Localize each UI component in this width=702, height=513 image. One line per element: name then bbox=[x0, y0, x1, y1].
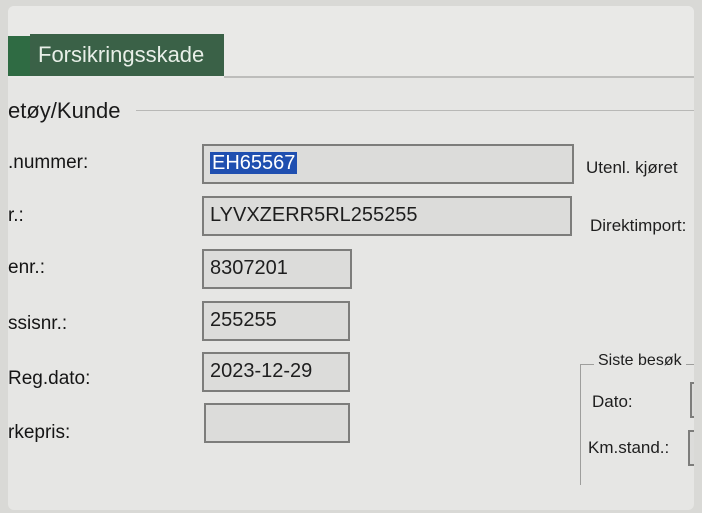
merkepris-label: rkepris: bbox=[8, 422, 71, 443]
typenr-label: enr.: bbox=[8, 257, 45, 278]
merkepris-field[interactable] bbox=[204, 403, 350, 443]
siste-besok-title: Siste besøk bbox=[594, 352, 686, 370]
dato-field[interactable] bbox=[690, 382, 694, 418]
dato-label: Dato: bbox=[592, 392, 633, 411]
typenr-field[interactable]: 8307201 bbox=[202, 249, 352, 289]
group-border bbox=[136, 110, 694, 111]
tab-bar: Forsikringsskade bbox=[8, 6, 694, 78]
direktimport-label: Direktimport: bbox=[590, 216, 687, 235]
chassisnr-label: ssisnr.: bbox=[8, 313, 68, 334]
group-title: etøy/Kunde bbox=[8, 98, 125, 124]
tab-divider bbox=[224, 76, 694, 78]
km-stand-label: Km.stand.: bbox=[588, 438, 670, 457]
regdato-field[interactable]: 2023-12-29 bbox=[202, 352, 350, 392]
vin-field[interactable]: LYVXZERR5RL255255 bbox=[202, 196, 572, 236]
regdato-label: Reg.dato: bbox=[8, 368, 91, 389]
siste-besok-group bbox=[580, 364, 694, 485]
tab-previous[interactable] bbox=[8, 36, 30, 76]
tab-forsikringsskade[interactable]: Forsikringsskade bbox=[30, 34, 224, 76]
regnr-field[interactable]: EH65567 bbox=[202, 144, 574, 184]
utenl-kjoretoy-label: Utenl. kjøret bbox=[586, 158, 678, 177]
vin-label: r.: bbox=[8, 205, 24, 226]
chassisnr-field[interactable]: 255255 bbox=[202, 301, 350, 341]
regnr-label: .nummer: bbox=[8, 152, 89, 173]
km-stand-field[interactable] bbox=[688, 430, 694, 466]
application-window: Forsikringsskade etøy/Kunde .nummer: EH6… bbox=[8, 6, 694, 510]
regnr-value: EH65567 bbox=[210, 152, 298, 174]
